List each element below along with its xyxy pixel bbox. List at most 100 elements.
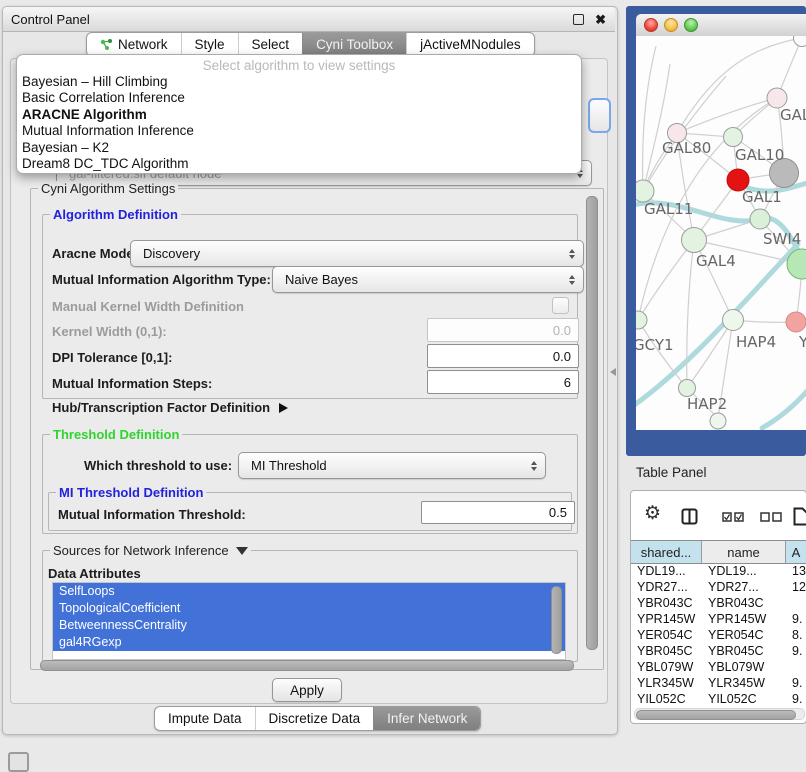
list-item-selected[interactable]: BetweennessCentrality [53, 617, 565, 634]
settings-group-title: Cyni Algorithm Settings [38, 181, 178, 196]
table-row[interactable]: YER054CYER054C8. [631, 627, 806, 643]
table-row[interactable]: YBR043CYBR043C [631, 595, 806, 611]
node-gal11[interactable] [636, 180, 654, 202]
node-hap4[interactable] [723, 310, 744, 331]
network-canvas: GAL GAL80 GAL10 GAL1 GAL11 SWI4 GAL4 GCY… [636, 36, 806, 430]
panel-divider-handle[interactable] [610, 368, 616, 376]
list-vertical-scrollbar[interactable] [551, 586, 562, 654]
label-hap4: HAP4 [736, 333, 776, 351]
minimize-traffic-light[interactable] [664, 18, 678, 32]
tab-discretize-data[interactable]: Discretize Data [255, 707, 374, 730]
node-gal4[interactable] [682, 228, 707, 253]
tab-select-label: Select [252, 34, 290, 56]
collapse-down-icon [236, 547, 248, 555]
node-bottom-partial[interactable] [710, 413, 726, 429]
column-header-name[interactable]: name [702, 541, 786, 563]
tab-infer-network[interactable]: Infer Network [373, 707, 480, 730]
label-gal80: GAL80 [662, 139, 711, 157]
label-gal4: GAL4 [696, 252, 736, 270]
table-horizontal-scrollbar-thumb[interactable] [636, 710, 796, 720]
sources-expander[interactable]: Sources for Network Inference [50, 543, 251, 558]
corner-widget-icon[interactable] [8, 752, 29, 772]
table-row[interactable]: YPR145WYPR145W9. [631, 611, 806, 627]
tab-discretize-data-label: Discretize Data [269, 708, 361, 730]
algorithm-option[interactable]: Mutual Information Inference [17, 123, 581, 139]
tab-select[interactable]: Select [238, 33, 303, 56]
table-row[interactable]: YBR045CYBR045C9. [631, 643, 806, 659]
mi-steps-value: 6 [564, 375, 571, 390]
tab-style[interactable]: Style [181, 33, 238, 56]
mi-threshold-input[interactable]: 0.5 [421, 501, 575, 524]
control-panel-titlebar: Control Panel ✖ [3, 7, 615, 32]
node-gcy1[interactable] [636, 311, 647, 329]
label-hap2: HAP2 [687, 395, 727, 413]
node-hap2[interactable] [679, 380, 696, 397]
deselect-all-icon[interactable] [760, 512, 782, 522]
hub-definition-label: Hub/Transcription Factor Definition [52, 400, 270, 415]
mi-algorithm-type-combobox[interactable]: Naive Bayes [272, 266, 584, 293]
cyni-bottom-tabbar: Impute Data Discretize Data Infer Networ… [154, 706, 481, 731]
algorithm-option[interactable]: Bayesian – Hill Climbing [17, 74, 581, 90]
column-header-partial[interactable]: A [786, 541, 806, 563]
manual-kernel-width-checkbox[interactable] [552, 297, 569, 314]
table-row[interactable]: YIL052CYIL052C9. [631, 691, 806, 707]
focused-control-fragment[interactable] [588, 98, 611, 133]
list-item-selected[interactable]: SelfLoops [53, 583, 565, 600]
mi-threshold-label: Mutual Information Threshold: [58, 507, 246, 522]
label-gal10: GAL10 [735, 146, 784, 164]
aracne-mode-value: Discovery [143, 246, 200, 261]
list-item-selected[interactable]: TopologicalCoefficient [53, 600, 565, 617]
node-gal[interactable] [767, 88, 787, 108]
list-item-selected[interactable]: gal4RGexp [53, 634, 565, 651]
settings-horizontal-scrollbar[interactable] [40, 660, 574, 671]
float-window-icon[interactable] [573, 14, 584, 25]
algorithm-option[interactable]: Bayesian – K2 [17, 140, 581, 156]
apply-button[interactable]: Apply [272, 678, 342, 702]
which-threshold-combobox[interactable]: MI Threshold [238, 452, 546, 479]
network-window-titlebar [636, 14, 806, 37]
expand-right-icon [279, 403, 288, 413]
which-threshold-value: MI Threshold [251, 458, 327, 473]
node-gal1[interactable] [750, 209, 770, 229]
combo-stepper-icon [569, 275, 575, 285]
aracne-mode-combobox[interactable]: Discovery [130, 240, 584, 267]
table-panel-title: Table Panel [636, 465, 707, 480]
kernel-width-input[interactable]: 0.0 [427, 318, 579, 342]
mi-steps-label: Mutual Information Steps: [52, 376, 212, 391]
manual-kernel-width-label: Manual Kernel Width Definition [52, 299, 244, 314]
algorithm-definition-title: Algorithm Definition [50, 207, 181, 222]
apply-button-label: Apply [290, 683, 324, 698]
dpi-tolerance-input[interactable]: 0.0 [427, 344, 579, 368]
settings-vertical-scrollbar[interactable] [586, 196, 598, 650]
label-y-partial: Y [798, 333, 806, 351]
document-icon[interactable] [793, 507, 806, 526]
node-salmon[interactable] [786, 312, 806, 332]
tab-impute-data[interactable]: Impute Data [155, 707, 255, 730]
algorithm-option[interactable]: Basic Correlation Inference [17, 90, 581, 106]
mi-steps-input[interactable]: 6 [427, 370, 579, 394]
combo-stepper-icon [531, 461, 537, 471]
algorithm-option[interactable]: Dream8 DC_TDC Algorithm [17, 156, 581, 172]
tab-network[interactable]: Network [87, 33, 181, 56]
table-horizontal-scrollbar[interactable] [634, 708, 805, 720]
close-icon[interactable]: ✖ [595, 13, 606, 26]
hub-definition-expander[interactable]: Hub/Transcription Factor Definition [52, 400, 288, 415]
control-panel-title: Control Panel [11, 12, 573, 27]
tab-cyni-toolbox[interactable]: Cyni Toolbox [302, 33, 406, 56]
tab-jactivemnodules[interactable]: jActiveMNodules [406, 33, 534, 56]
label-gcy1: GCY1 [636, 336, 674, 354]
select-all-checks-icon[interactable] [722, 512, 744, 522]
node-unlabeled[interactable] [794, 36, 806, 47]
zoom-traffic-light[interactable] [684, 18, 698, 32]
algorithm-option-selected[interactable]: ARACNE Algorithm [17, 107, 581, 123]
tab-cyni-toolbox-label: Cyni Toolbox [316, 34, 393, 56]
table-row[interactable]: YLR345WYLR345W9. [631, 675, 806, 691]
close-traffic-light[interactable] [644, 18, 658, 32]
gear-icon[interactable]: ⚙ [644, 504, 661, 523]
table-row[interactable]: YDR27...YDR27...12 [631, 579, 806, 595]
column-header-shared[interactable]: shared... [631, 541, 702, 563]
node-gal10[interactable] [724, 128, 743, 147]
table-row[interactable]: YDL19...YDL19...13 [631, 563, 806, 579]
columns-icon[interactable] [681, 508, 698, 525]
table-row[interactable]: YBL079WYBL079W [631, 659, 806, 675]
